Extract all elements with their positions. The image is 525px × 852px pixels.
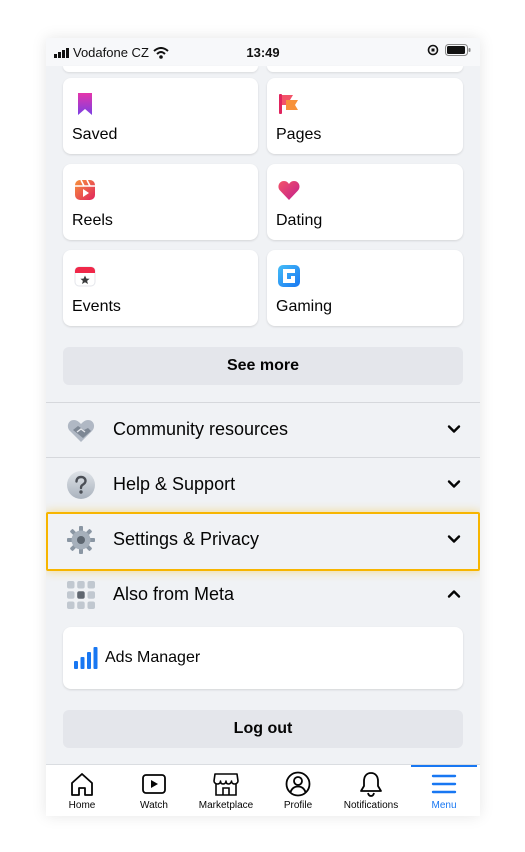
bookmark-icon [78, 93, 92, 115]
clock: 13:49 [246, 45, 280, 60]
tab-notifications[interactable]: Notifications [334, 765, 408, 816]
section-label: Community resources [113, 419, 289, 439]
settings-highlight-frame [46, 512, 480, 571]
apps-grid-icon [67, 581, 95, 609]
menu-icon [431, 774, 457, 794]
shortcut-label: Reels [72, 212, 113, 229]
shortcut-reels[interactable]: Reels [63, 164, 258, 240]
chevron-down-icon [447, 425, 461, 433]
help-support-row[interactable]: Help & Support [46, 458, 480, 512]
bell-icon [360, 772, 382, 797]
log-out-button[interactable]: Log out [63, 710, 463, 748]
profile-icon [285, 771, 311, 797]
chevron-down-icon [447, 480, 461, 488]
tab-label: Notifications [343, 800, 399, 811]
battery-icon [445, 44, 471, 56]
also-from-meta-row[interactable]: Also from Meta [46, 568, 480, 622]
tab-label: Home [68, 800, 96, 811]
shortcut-dating[interactable]: Dating [267, 164, 463, 240]
shortcut-label: Gaming [276, 298, 333, 315]
watch-icon [142, 774, 166, 794]
orientation-lock-icon [427, 44, 439, 56]
tab-home[interactable]: Home [46, 765, 118, 816]
bottom-tab-bar: Home Watch Marketplace Profile Notificat… [46, 764, 480, 816]
shortcut-label: Saved [72, 126, 118, 143]
tab-label: Watch [140, 800, 168, 811]
see-more-button[interactable]: See more [63, 347, 463, 385]
shortcut-label: Events [72, 298, 121, 315]
ads-manager-card[interactable]: Ads Manager [63, 627, 463, 689]
handshake-icon [67, 420, 95, 442]
chevron-up-icon [447, 590, 461, 598]
ads-manager-icon [74, 647, 98, 669]
community-resources-row[interactable]: Community resources [46, 403, 480, 457]
reels-icon [75, 179, 95, 200]
shortcut-saved[interactable]: Saved [63, 78, 258, 154]
flag-icon [279, 94, 298, 114]
tab-watch[interactable]: Watch [118, 765, 190, 816]
phone-screen: Vodafone CZ 13:49 Saved Pages Reels Dati… [46, 38, 480, 816]
tab-menu[interactable]: Menu [408, 765, 480, 816]
shortcut-label: Pages [276, 126, 322, 143]
help-icon [67, 471, 95, 499]
marketplace-icon [213, 773, 239, 796]
tab-label: Menu [431, 800, 457, 811]
shortcut-label: Dating [276, 212, 323, 229]
section-label: Also from Meta [113, 584, 235, 604]
tab-marketplace[interactable]: Marketplace [190, 765, 262, 816]
shortcut-pages[interactable]: Pages [267, 78, 463, 154]
shortcut-events[interactable]: Events [63, 250, 258, 326]
tab-profile[interactable]: Profile [262, 765, 334, 816]
ads-manager-label: Ads Manager [105, 649, 201, 666]
calendar-star-icon [74, 266, 96, 287]
gaming-icon [278, 265, 300, 287]
tab-label: Marketplace [198, 800, 254, 811]
section-label: Help & Support [113, 474, 236, 494]
status-bar: Vodafone CZ 13:49 [46, 38, 480, 66]
home-icon [71, 773, 93, 796]
tab-label: Profile [283, 800, 313, 811]
shortcut-gaming[interactable]: Gaming [267, 250, 463, 326]
heart-icon [278, 181, 300, 200]
